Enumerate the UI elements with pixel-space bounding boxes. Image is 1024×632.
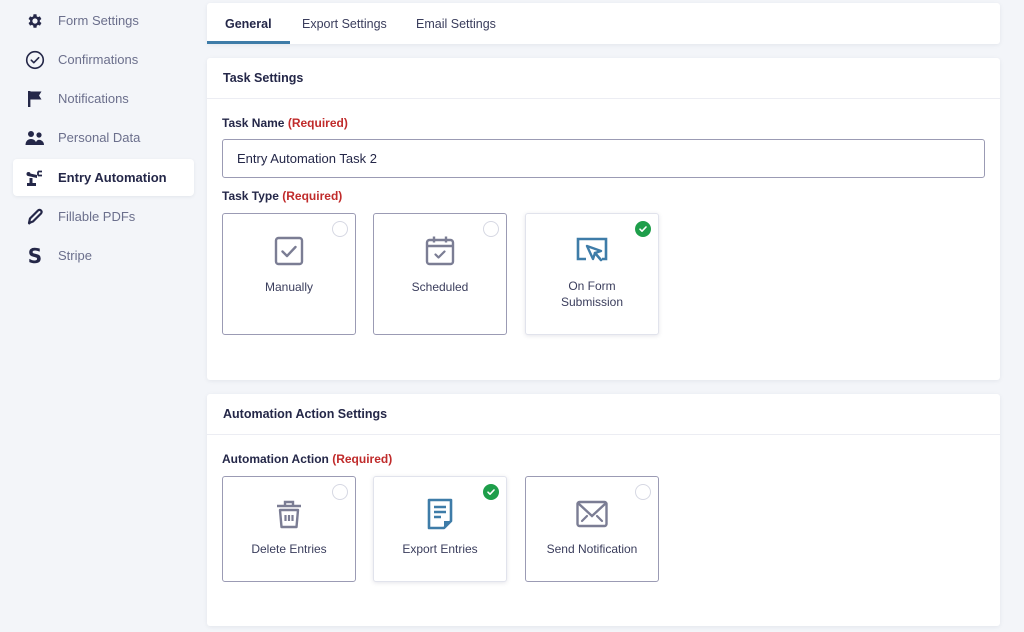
radio-indicator <box>332 484 348 500</box>
sidebar-item-stripe[interactable]: S Stripe <box>13 237 194 274</box>
pen-icon <box>25 207 45 227</box>
check-circle-icon <box>25 50 45 70</box>
stripe-s-icon: S <box>27 243 43 268</box>
choice-label: Export Entries <box>402 542 478 556</box>
checkbox-icon <box>274 236 304 266</box>
users-icon <box>25 128 45 148</box>
gear-icon <box>25 11 45 31</box>
sidebar-item-entry-automation[interactable]: Entry Automation <box>13 159 194 196</box>
sidebar-item-label: Stripe <box>58 248 92 263</box>
selected-check-icon <box>635 221 651 237</box>
tab-general[interactable]: General <box>207 3 289 44</box>
calendar-icon <box>425 236 455 266</box>
choice-label: On Form Submission <box>560 279 624 309</box>
robot-arm-icon <box>25 168 45 188</box>
radio-indicator <box>635 484 651 500</box>
sidebar-item-label: Fillable PDFs <box>58 209 136 224</box>
automation-action-panel: Automation Action Settings Automation Ac… <box>207 394 1000 626</box>
sidebar-item-fillable-pdfs[interactable]: Fillable PDFs <box>13 198 194 235</box>
choice-label: Manually <box>264 280 314 294</box>
required-marker: (Required) <box>282 189 343 203</box>
sidebar-item-label: Notifications <box>58 91 129 106</box>
task-settings-panel: Task Settings Task Name (Required) Task … <box>207 58 1000 380</box>
task-name-label: Task Name (Required) <box>222 116 348 130</box>
trash-icon <box>277 500 301 529</box>
required-marker: (Required) <box>287 116 348 130</box>
sidebar-item-notifications[interactable]: Notifications <box>13 80 194 117</box>
sidebar-item-personal-data[interactable]: Personal Data <box>13 119 194 156</box>
document-icon <box>427 498 453 530</box>
sidebar-item-form-settings[interactable]: Form Settings <box>13 2 194 39</box>
radio-indicator <box>332 221 348 237</box>
task-type-scheduled[interactable]: Scheduled <box>373 213 507 335</box>
tab-email-settings[interactable]: Email Settings <box>416 3 496 44</box>
sidebar-item-label: Personal Data <box>58 130 141 145</box>
cursor-screen-icon <box>576 237 608 262</box>
choice-label: Send Notification <box>546 542 638 556</box>
panel-title: Automation Action Settings <box>207 394 1000 435</box>
task-type-label: Task Type (Required) <box>222 189 343 203</box>
sidebar-item-label: Form Settings <box>58 13 139 28</box>
action-delete-entries[interactable]: Delete Entries <box>222 476 356 582</box>
task-name-input[interactable] <box>222 139 985 178</box>
sidebar-item-label: Entry Automation <box>58 170 167 185</box>
automation-action-label: Automation Action (Required) <box>222 452 393 466</box>
choice-label: Delete Entries <box>251 542 327 556</box>
task-type-manually[interactable]: Manually <box>222 213 356 335</box>
choice-label: Scheduled <box>411 280 469 294</box>
radio-indicator <box>483 221 499 237</box>
sidebar-item-label: Confirmations <box>58 52 139 67</box>
action-export-entries[interactable]: Export Entries <box>373 476 507 582</box>
envelope-icon <box>576 500 608 528</box>
settings-sidebar: Form Settings Confirmations Notification… <box>0 0 205 632</box>
task-type-on-form-submission[interactable]: On Form Submission <box>525 213 659 335</box>
settings-tabs: General Export Settings Email Settings <box>207 3 1000 44</box>
action-send-notification[interactable]: Send Notification <box>525 476 659 582</box>
required-marker: (Required) <box>332 452 393 466</box>
flag-icon <box>25 89 45 109</box>
sidebar-item-confirmations[interactable]: Confirmations <box>13 41 194 78</box>
tab-export-settings[interactable]: Export Settings <box>302 3 387 44</box>
panel-title: Task Settings <box>207 58 1000 99</box>
selected-check-icon <box>483 484 499 500</box>
